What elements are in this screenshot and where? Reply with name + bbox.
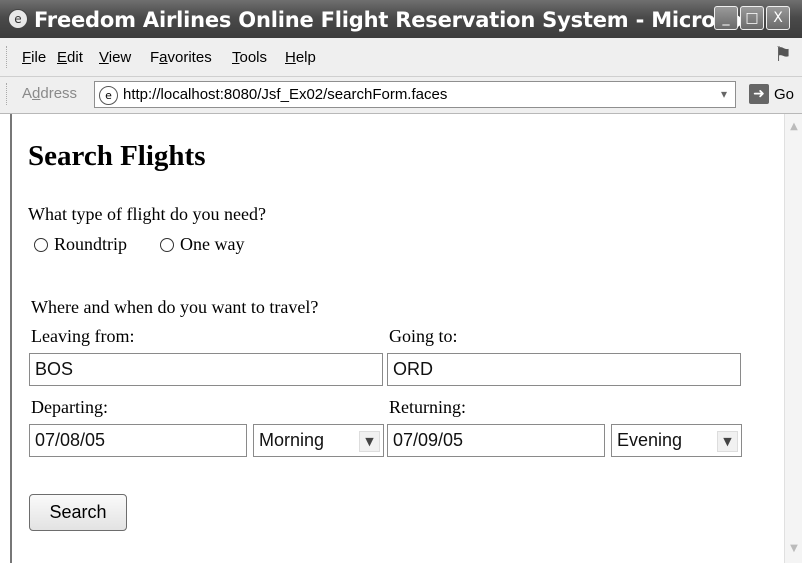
chevron-down-icon[interactable]: ▼ xyxy=(359,431,380,452)
address-bar: Address e http://localhost:8080/Jsf_Ex02… xyxy=(0,77,802,114)
title-bar: e Freedom Airlines Online Flight Reserva… xyxy=(0,0,802,38)
windows-flag-icon: ⚑ xyxy=(774,42,792,66)
search-button[interactable]: Search xyxy=(29,494,127,531)
going-to-input[interactable]: ORD xyxy=(387,353,741,386)
address-label: Address xyxy=(22,85,78,102)
toolbar-grip xyxy=(6,83,10,105)
close-button[interactable]: X xyxy=(766,6,790,30)
travel-question: Where and when do you want to travel? xyxy=(31,297,319,317)
leaving-from-label: Leaving from: xyxy=(31,326,135,346)
radio-roundtrip-label: Roundtrip xyxy=(54,234,128,254)
address-input[interactable]: e http://localhost:8080/Jsf_Ex02/searchF… xyxy=(94,81,736,108)
minimize-button[interactable]: _ xyxy=(714,6,738,30)
menu-edit[interactable]: Edit xyxy=(57,49,83,66)
menu-file[interactable]: File xyxy=(22,49,46,66)
menu-bar: File Edit View Favorites Tools Help ⚑ xyxy=(0,38,802,77)
scroll-up-icon[interactable]: ▲ xyxy=(787,120,801,134)
address-url: http://localhost:8080/Jsf_Ex02/searchFor… xyxy=(123,86,448,103)
go-button[interactable]: Go xyxy=(774,86,794,103)
going-to-label: Going to: xyxy=(389,326,458,346)
returning-time-value: Evening xyxy=(617,430,683,450)
departing-date-input[interactable]: 07/08/05 xyxy=(29,424,247,457)
returning-date-input[interactable]: 07/09/05 xyxy=(387,424,605,457)
go-arrow-icon[interactable]: ➜ xyxy=(749,84,769,104)
page-icon: e xyxy=(99,86,118,105)
maximize-button[interactable]: □ xyxy=(740,6,764,30)
toolbar-grip xyxy=(6,46,10,68)
page-title: Search Flights xyxy=(28,140,206,172)
menu-view[interactable]: View xyxy=(99,49,131,66)
menu-tools[interactable]: Tools xyxy=(232,49,267,66)
departing-time-select[interactable]: Morning ▼ xyxy=(253,424,384,457)
vertical-scrollbar[interactable]: ▲ ▼ xyxy=(784,114,802,563)
returning-time-select[interactable]: Evening ▼ xyxy=(611,424,742,457)
leaving-from-input[interactable]: BOS xyxy=(29,353,383,386)
radio-one-way-label: One way xyxy=(180,234,245,254)
departing-time-value: Morning xyxy=(259,430,325,450)
returning-label: Returning: xyxy=(389,397,466,417)
menu-favorites[interactable]: Favorites xyxy=(150,49,212,66)
chevron-down-icon[interactable]: ▼ xyxy=(717,431,738,452)
menu-help[interactable]: Help xyxy=(285,49,316,66)
window-title: Freedom Airlines Online Flight Reservati… xyxy=(34,8,792,32)
chevron-down-icon[interactable]: ▾ xyxy=(715,83,733,106)
radio-roundtrip[interactable] xyxy=(34,238,48,252)
scroll-down-icon[interactable]: ▼ xyxy=(787,542,801,556)
ie-logo-icon: e xyxy=(8,9,28,29)
departing-label: Departing: xyxy=(31,397,108,417)
flight-type-question: What type of flight do you need? xyxy=(28,204,266,224)
radio-one-way[interactable] xyxy=(160,238,174,252)
